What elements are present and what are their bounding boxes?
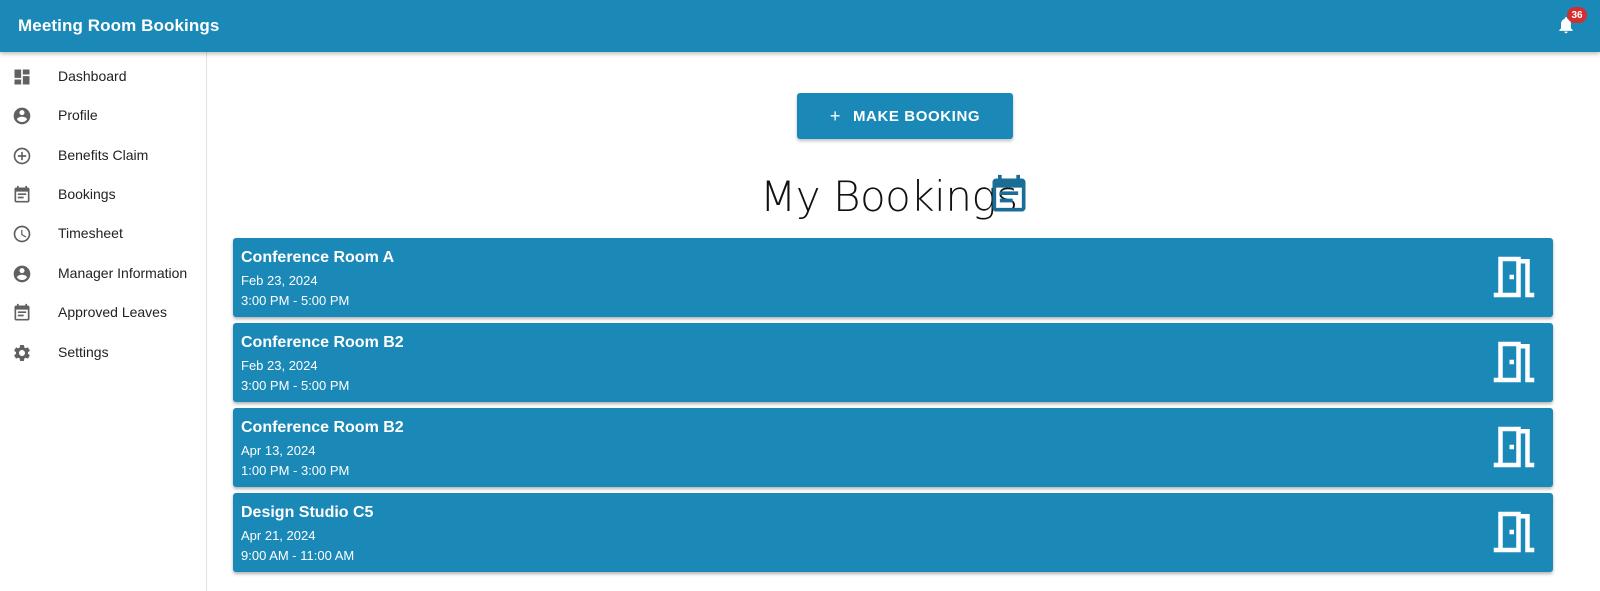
sidebar-item-label: Settings (58, 344, 109, 360)
plus-icon: + (829, 105, 841, 126)
booking-time: 3:00 PM - 5:00 PM (241, 378, 350, 393)
door-icon (1487, 335, 1541, 389)
app-title: Meeting Room Bookings (18, 16, 220, 35)
door-icon (1487, 420, 1541, 474)
sidebar-item-benefits-claim[interactable]: Benefits Claim (0, 136, 206, 176)
make-booking-label: MAKE BOOKING (852, 107, 981, 125)
door-icon (1487, 505, 1541, 559)
booking-card[interactable]: Conference Room B2 Feb 23, 2024 3:00 PM … (233, 323, 1553, 402)
add-circle-icon (12, 146, 32, 166)
sidebar-item-manager-information[interactable]: Manager Information (0, 254, 206, 294)
door-icon (1487, 250, 1541, 304)
sidebar-item-label: Manager Information (58, 265, 188, 281)
notifications-button[interactable]: 36 (1556, 7, 1587, 37)
booking-time: 3:00 PM - 5:00 PM (241, 293, 350, 308)
sidebar-item-label: Dashboard (58, 68, 127, 84)
booking-time: 1:00 PM - 3:00 PM (241, 463, 350, 478)
sidebar-item-label: Timesheet (58, 225, 123, 241)
account-circle-icon (12, 264, 32, 284)
sidebar-item-label: Bookings (58, 186, 116, 202)
make-booking-button[interactable]: + MAKE BOOKING (797, 93, 1013, 139)
booking-room: Conference Room B2 (241, 419, 404, 436)
sidebar-item-approved-leaves[interactable]: Approved Leaves (0, 293, 206, 333)
booking-date: Apr 21, 2024 (241, 528, 316, 543)
clock-icon (12, 224, 32, 244)
heading-row: My Bookings (207, 170, 1600, 230)
booking-date: Apr 13, 2024 (241, 443, 316, 458)
booking-date: Feb 23, 2024 (241, 358, 318, 373)
sidebar-item-label: Benefits Claim (58, 147, 149, 163)
sidebar-item-label: Approved Leaves (58, 304, 167, 320)
dashboard-icon (12, 67, 32, 87)
sidebar-item-settings[interactable]: Settings (0, 333, 206, 373)
calendar-event-icon (12, 303, 32, 323)
booking-time: 9:00 AM - 11:00 AM (241, 548, 355, 563)
page-title: My Bookings (760, 172, 1018, 221)
calendar-event-icon (12, 185, 32, 205)
booking-room: Conference Room B2 (241, 334, 404, 351)
sidebar-item-bookings[interactable]: Bookings (0, 175, 206, 215)
booking-room: Conference Room A (241, 249, 395, 266)
booking-date: Feb 23, 2024 (241, 273, 318, 288)
sidebar: Dashboard Profile Benefits Claim Booking… (0, 52, 207, 591)
calendar-event-icon (987, 173, 1031, 217)
main-content: + MAKE BOOKING My Bookings Conference Ro… (207, 52, 1600, 591)
sidebar-item-timesheet[interactable]: Timesheet (0, 214, 206, 254)
account-circle-icon (12, 106, 32, 126)
booking-card[interactable]: Conference Room A Feb 23, 2024 3:00 PM -… (233, 238, 1553, 317)
sidebar-item-profile[interactable]: Profile (0, 96, 206, 136)
sidebar-item-dashboard[interactable]: Dashboard (0, 57, 206, 97)
booking-card[interactable]: Design Studio C5 Apr 21, 2024 9:00 AM - … (233, 493, 1553, 572)
sidebar-item-label: Profile (58, 107, 98, 123)
gear-icon (12, 343, 32, 363)
app-bar: Meeting Room Bookings 36 (0, 0, 1600, 52)
booking-card[interactable]: Conference Room B2 Apr 13, 2024 1:00 PM … (233, 408, 1553, 487)
booking-room: Design Studio C5 (241, 504, 374, 521)
notification-count-badge: 36 (1567, 7, 1587, 23)
